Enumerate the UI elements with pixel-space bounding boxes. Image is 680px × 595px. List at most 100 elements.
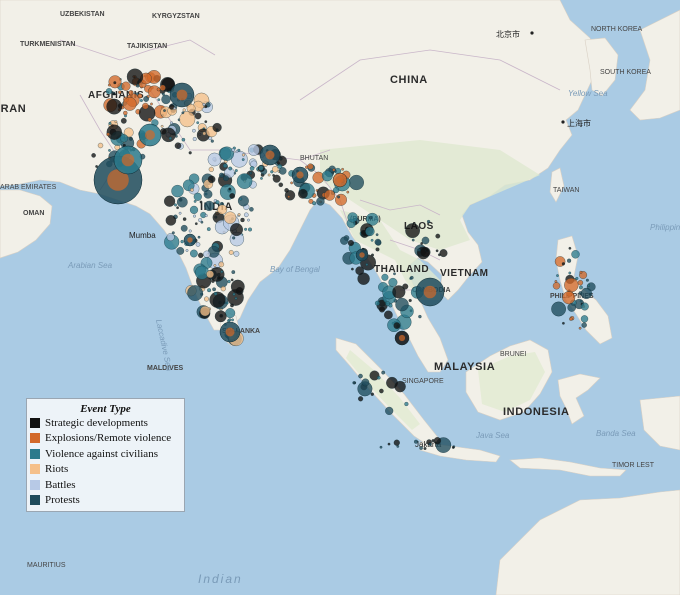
event-marker	[423, 447, 427, 450]
event-marker	[139, 99, 143, 102]
event-marker	[128, 90, 134, 96]
event-marker	[278, 182, 284, 188]
event-marker	[206, 270, 214, 279]
event-marker	[337, 195, 341, 199]
event-marker	[212, 122, 222, 133]
event-marker	[118, 90, 122, 95]
event-marker	[219, 146, 234, 161]
event-marker	[377, 375, 381, 380]
event-marker	[107, 83, 111, 87]
event-marker	[237, 213, 241, 217]
event-marker	[168, 136, 172, 140]
event-marker	[188, 151, 192, 155]
event-marker	[232, 292, 236, 296]
event-marker	[189, 205, 199, 214]
event-marker	[249, 171, 253, 175]
event-marker	[147, 85, 161, 99]
legend-title: Event Type	[80, 403, 131, 415]
event-marker	[119, 134, 129, 143]
event-marker	[171, 184, 184, 198]
event-marker	[220, 270, 224, 274]
event-marker	[347, 212, 358, 223]
event-marker	[579, 285, 583, 290]
event-marker	[228, 166, 233, 171]
legend-item-protests: Protests	[27, 493, 184, 509]
event-marker	[393, 272, 396, 276]
event-marker	[420, 246, 431, 258]
event-marker	[164, 195, 176, 207]
event-marker	[374, 238, 382, 246]
event-marker	[123, 110, 128, 116]
event-marker	[358, 373, 363, 379]
event-marker	[204, 105, 208, 109]
event-marker	[197, 235, 201, 239]
event-marker	[414, 439, 418, 444]
event-marker	[248, 227, 252, 232]
event-marker	[231, 148, 235, 152]
event-marker	[244, 212, 249, 218]
event-marker	[580, 302, 589, 311]
event-marker	[365, 263, 369, 266]
event-marker	[182, 217, 187, 221]
event-marker	[272, 174, 281, 183]
event-marker	[228, 318, 232, 322]
event-marker	[231, 318, 234, 322]
legend-label: Riots	[45, 463, 69, 476]
event-marker	[381, 370, 386, 375]
event-marker-core	[225, 327, 235, 337]
event-marker	[227, 279, 231, 284]
event-marker	[581, 322, 587, 328]
event-marker	[346, 190, 350, 194]
event-marker	[405, 223, 420, 238]
event-marker	[190, 188, 194, 192]
event-marker	[174, 142, 182, 149]
event-marker	[202, 131, 207, 136]
event-marker	[207, 152, 222, 167]
event-marker	[234, 297, 238, 300]
legend-swatch	[30, 433, 40, 444]
event-marker	[215, 200, 220, 205]
event-marker	[196, 121, 200, 125]
legend-swatch	[30, 417, 40, 428]
event-marker	[217, 204, 228, 215]
event-marker	[187, 285, 203, 301]
event-marker	[244, 227, 248, 231]
event-marker	[249, 207, 254, 212]
event-marker	[562, 291, 576, 305]
legend-label: Protests	[45, 494, 80, 507]
event-marker	[195, 242, 201, 247]
event-marker	[206, 227, 211, 231]
legend-label: Battles	[45, 478, 76, 491]
event-marker	[579, 270, 583, 274]
event-marker	[142, 102, 149, 110]
event-marker	[235, 149, 239, 153]
event-marker	[121, 81, 131, 91]
event-marker	[375, 233, 379, 237]
event-marker	[113, 81, 117, 85]
event-marker	[194, 112, 202, 120]
event-marker	[249, 166, 255, 171]
event-marker	[108, 149, 111, 152]
event-marker	[192, 137, 197, 141]
event-marker	[241, 153, 246, 157]
event-marker	[97, 142, 104, 149]
event-marker	[199, 200, 203, 204]
event-marker	[426, 219, 431, 224]
event-marker	[369, 216, 373, 220]
event-marker	[395, 297, 409, 312]
event-map[interactable]: UZBEKISTAN KYRGYZSTAN TURKMENISTAN TAJIK…	[0, 0, 680, 595]
legend-item-violence-against-civilians: Violence against civilians	[27, 446, 184, 462]
event-marker	[348, 174, 364, 191]
event-marker	[435, 233, 441, 239]
event-marker	[165, 215, 177, 226]
event-marker	[199, 305, 211, 317]
event-marker	[176, 206, 179, 210]
event-marker	[379, 445, 383, 449]
event-marker	[332, 168, 336, 172]
event-marker-core	[265, 150, 275, 160]
event-marker	[220, 286, 226, 292]
event-marker	[335, 193, 347, 206]
event-marker	[425, 248, 429, 253]
event-marker-core	[423, 285, 437, 299]
event-marker	[160, 124, 164, 128]
